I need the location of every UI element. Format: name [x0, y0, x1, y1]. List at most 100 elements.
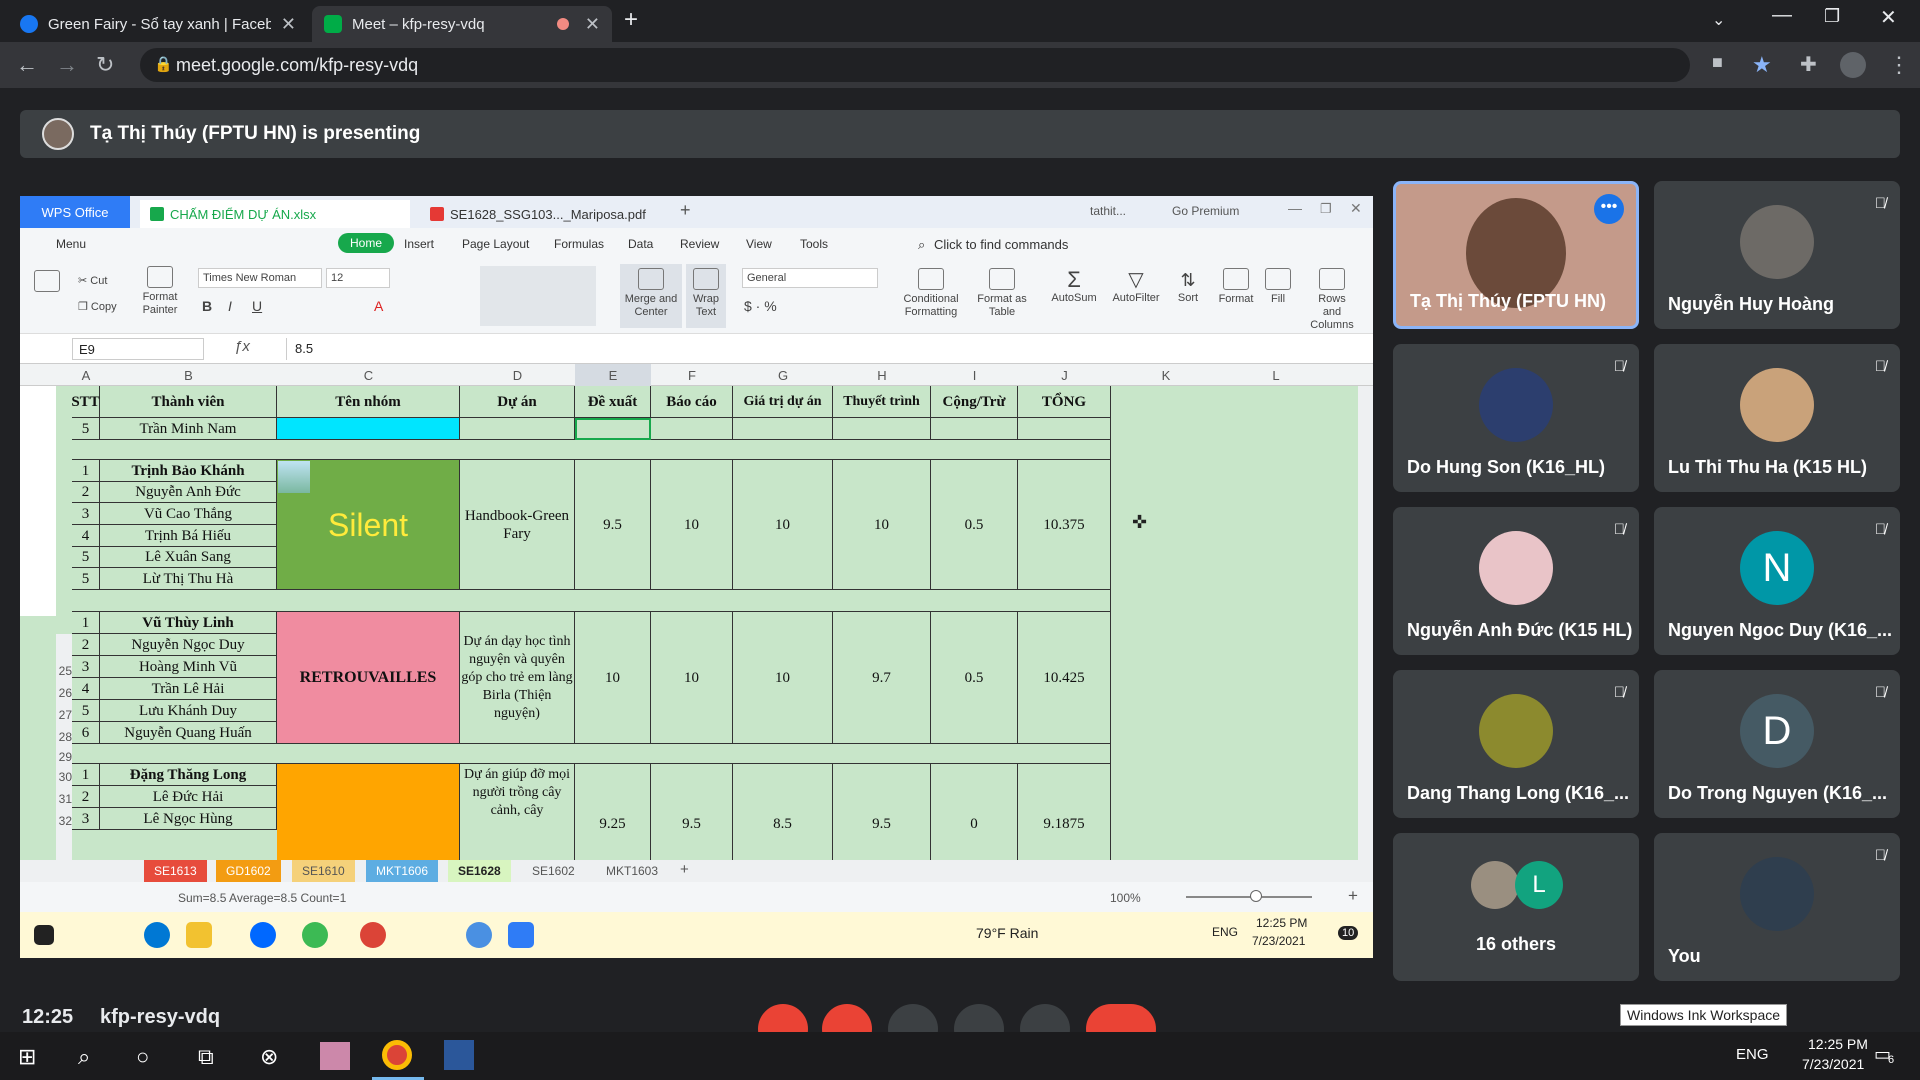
cell-member[interactable]: Nguyễn Quang Huấn	[100, 722, 277, 744]
row-number[interactable]: 25	[44, 664, 72, 678]
minimize-button[interactable]: —	[1772, 4, 1792, 27]
header-stt[interactable]: STT	[71, 386, 100, 418]
cell-member[interactable]: Trần Minh Nam	[100, 418, 277, 440]
word-icon[interactable]	[444, 1040, 474, 1070]
go-premium-button[interactable]: Go Premium	[1172, 204, 1239, 218]
underline-button[interactable]: U	[252, 298, 262, 314]
cell-member[interactable]: Nguyễn Ngọc Duy	[100, 634, 277, 656]
header-value[interactable]: Giá trị dự án	[733, 386, 833, 418]
participant-tile[interactable]: 🎙̸ Do Hung Son (K16_HL)	[1393, 344, 1639, 492]
cell-score[interactable]: 0.5	[931, 612, 1018, 744]
participant-tile-others[interactable]: L 16 others	[1393, 833, 1639, 981]
more-menu-icon[interactable]: ⋮	[1888, 52, 1910, 78]
sort-button[interactable]: ⇅ Sort	[1170, 268, 1206, 305]
app-icon[interactable]	[320, 1042, 350, 1070]
participant-tile[interactable]: 🎙̸ Nguyễn Anh Đức (K15 HL)	[1393, 507, 1639, 655]
browser-tab-meet[interactable]: Meet – kfp-resy-vdq ✕	[312, 6, 612, 42]
paste-button[interactable]	[34, 270, 60, 295]
profile-avatar[interactable]	[1840, 52, 1866, 78]
cell[interactable]	[651, 418, 733, 440]
participant-tile-presenter[interactable]: ••• Tạ Thị Thúy (FPTU HN)	[1393, 181, 1639, 329]
cell-stt[interactable]: 3	[72, 808, 100, 830]
cell[interactable]	[931, 418, 1018, 440]
zalo-icon[interactable]	[250, 922, 276, 948]
cell-stt[interactable]: 5	[72, 700, 100, 722]
cell-team-cyan[interactable]	[277, 418, 460, 440]
header-report[interactable]: Báo cáo	[651, 386, 733, 418]
row-number[interactable]: 28	[44, 730, 72, 744]
cell-score[interactable]: 10	[833, 460, 931, 590]
format-button[interactable]: Format	[1214, 268, 1258, 306]
zoom-slider-thumb[interactable]	[1250, 890, 1262, 902]
tab-page-layout[interactable]: Page Layout	[462, 237, 529, 251]
close-icon[interactable]: ✕	[585, 14, 600, 35]
conditional-formatting-button[interactable]: Conditional Formatting	[896, 268, 966, 319]
currency-button[interactable]: $ · %	[744, 298, 777, 314]
wps-logo[interactable]: WPS Office	[20, 196, 130, 228]
cell[interactable]	[833, 418, 931, 440]
cell-total[interactable]: 10.425	[1018, 612, 1111, 744]
col-header[interactable]: C	[277, 368, 460, 383]
window-close-button[interactable]: ✕	[1880, 5, 1897, 30]
row-number[interactable]: 26	[44, 686, 72, 700]
extensions-icon[interactable]: ✚	[1800, 52, 1817, 77]
autofilter-button[interactable]: ▽ AutoFilter	[1108, 268, 1164, 305]
cell-stt[interactable]: 3	[72, 656, 100, 678]
cell-member[interactable]: Lê Đức Hải	[100, 786, 277, 808]
tab-insert[interactable]: Insert	[404, 237, 434, 251]
cell-member[interactable]: Vũ Cao Thắng	[100, 503, 277, 525]
font-size-select[interactable]: 12	[326, 268, 390, 288]
italic-button[interactable]: I	[228, 298, 232, 314]
tab-data[interactable]: Data	[628, 237, 653, 251]
cell-score[interactable]: 8.5	[733, 764, 833, 860]
col-header[interactable]: G	[733, 368, 833, 383]
row-number[interactable]: 29	[44, 750, 72, 764]
name-box[interactable]: E9	[72, 338, 204, 360]
cell-project[interactable]: Handbook-Green Fary	[460, 460, 575, 590]
cell-stt[interactable]: 2	[72, 482, 100, 503]
formula-input[interactable]: 8.5	[286, 338, 1366, 360]
tab-formulas[interactable]: Formulas	[554, 237, 604, 251]
participant-tile[interactable]: 🎙̸ Nguyễn Huy Hoàng	[1654, 181, 1900, 329]
cell-score[interactable]: 0	[931, 764, 1018, 860]
zoom-in-button[interactable]: +	[1348, 886, 1358, 906]
cell-member[interactable]: Trần Lê Hải	[100, 678, 277, 700]
cell-member[interactable]: Đặng Thăng Long	[100, 764, 277, 786]
cell[interactable]	[733, 418, 833, 440]
cell-stt[interactable]: 1	[72, 612, 100, 634]
xbox-icon[interactable]: ⊗	[260, 1044, 278, 1070]
back-icon[interactable]: ←	[16, 52, 38, 78]
browser-tab-facebook[interactable]: Green Fairy - Sổ tay xanh | Faceb ✕	[8, 6, 308, 42]
font-family-select[interactable]: Times New Roman	[198, 268, 322, 288]
col-header[interactable]: K	[1111, 368, 1221, 383]
format-as-table-button[interactable]: Format as Table	[972, 268, 1032, 319]
cell-stt[interactable]: 1	[72, 460, 100, 482]
copy-button[interactable]: ❐ Copy	[78, 300, 117, 313]
header-proposal[interactable]: Đề xuất	[575, 386, 651, 418]
cell-stt[interactable]: 2	[72, 634, 100, 656]
window-close-button[interactable]: ✕	[1350, 200, 1362, 217]
forward-icon[interactable]: →	[56, 52, 78, 78]
cell-total[interactable]: 9.1875	[1018, 764, 1111, 860]
cell-team-orange[interactable]	[277, 764, 460, 860]
sheet-tab[interactable]: SE1613	[144, 860, 207, 882]
file-explorer-icon[interactable]	[186, 922, 212, 948]
cell-member[interactable]: Nguyễn Anh Đức	[100, 482, 277, 503]
lang-indicator[interactable]: ENG	[1212, 925, 1238, 939]
participant-tile[interactable]: 🎙̸ Dang Thang Long (K16_...	[1393, 670, 1639, 818]
notification-badge[interactable]: 10	[1338, 926, 1359, 940]
col-header[interactable]: F	[651, 368, 733, 383]
camera-icon[interactable]: ■	[1712, 52, 1723, 73]
cell-stt[interactable]: 1	[72, 764, 100, 786]
more-options-icon[interactable]: •••	[1594, 194, 1624, 224]
tab-view[interactable]: View	[746, 237, 772, 251]
cell-score[interactable]: 10	[733, 612, 833, 744]
tab-home[interactable]: Home	[338, 233, 395, 253]
header-presentation[interactable]: Thuyết trình	[833, 386, 931, 418]
row-number[interactable]: 27	[44, 708, 72, 722]
spacer-row[interactable]	[72, 440, 1111, 460]
cell-member[interactable]: Lê Ngọc Hùng	[100, 808, 277, 830]
cortana-icon[interactable]: ○	[136, 1044, 149, 1070]
minimize-button[interactable]: —	[1288, 200, 1302, 216]
zoom-level[interactable]: 100%	[1110, 891, 1141, 905]
